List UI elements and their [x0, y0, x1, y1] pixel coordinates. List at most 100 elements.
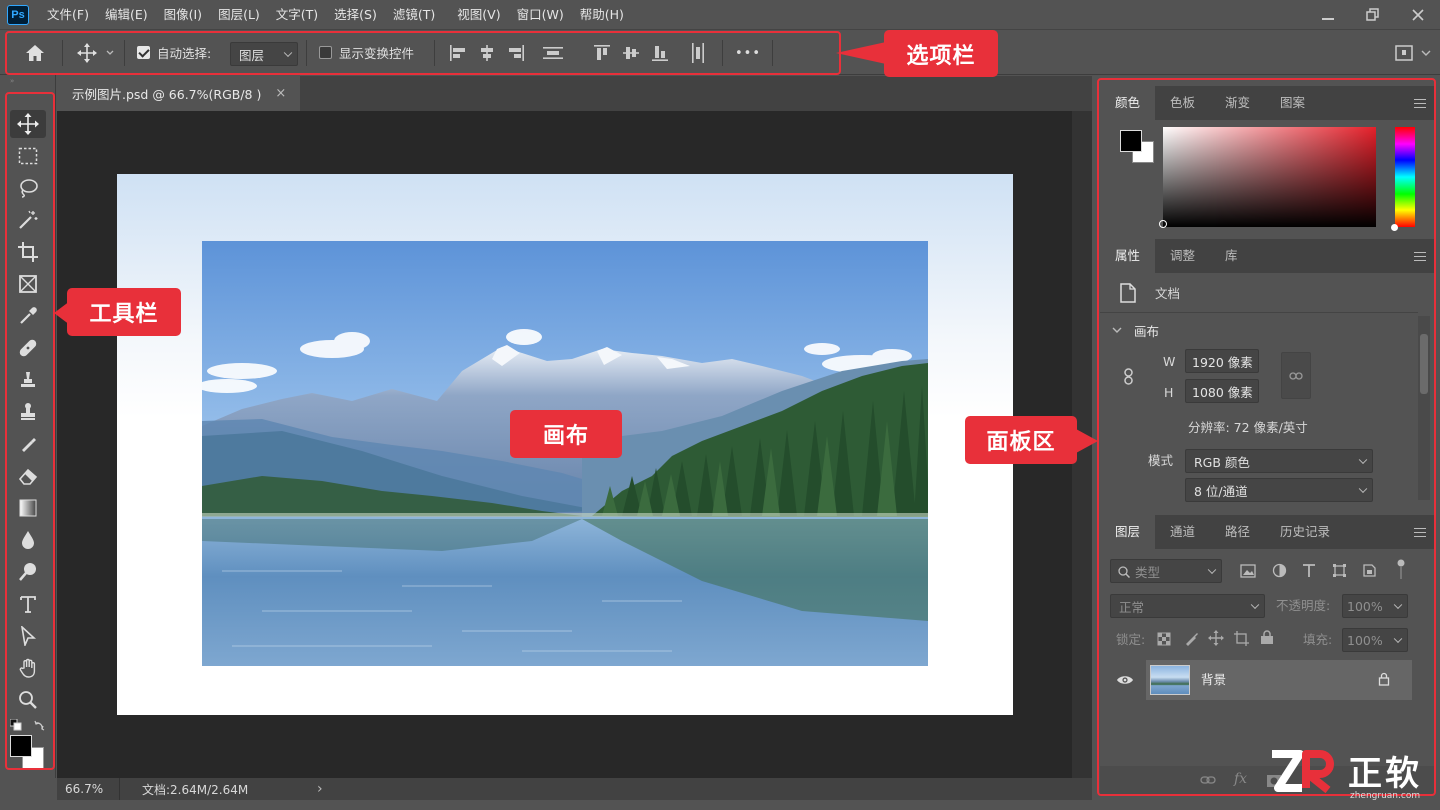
tab-layers[interactable]: 图层 [1100, 515, 1156, 549]
menu-file[interactable]: 文件(F) [39, 0, 97, 29]
foreground-color-swatch[interactable] [10, 735, 32, 757]
marquee-tool[interactable] [10, 142, 46, 170]
filter-shape-icon[interactable] [1332, 563, 1347, 578]
filter-toggle[interactable] [1397, 559, 1405, 579]
tab-gradients[interactable]: 渐变 [1210, 86, 1265, 120]
align-top-edges-button[interactable] [590, 40, 614, 66]
auto-select-checkbox[interactable] [137, 46, 150, 59]
show-transform-controls-checkbox[interactable] [319, 46, 332, 59]
gradient-tool[interactable] [10, 494, 46, 522]
lock-image-pixels-icon[interactable] [1184, 631, 1199, 646]
hue-slider[interactable] [1391, 127, 1415, 231]
eraser-tool[interactable] [10, 462, 46, 490]
tab-paths[interactable]: 路径 [1210, 515, 1265, 549]
menu-filter[interactable]: 滤镜(T) [385, 0, 443, 29]
workspace-button[interactable] [1390, 40, 1418, 66]
panel-menu-icon[interactable] [1414, 99, 1426, 108]
photoshop-logo[interactable]: Ps [7, 4, 29, 25]
menu-image[interactable]: 图像(I) [156, 0, 210, 29]
default-colors-button[interactable] [10, 719, 22, 731]
eyedropper-tool[interactable] [10, 302, 46, 330]
tab-adjustments[interactable]: 调整 [1155, 239, 1210, 273]
menu-window[interactable]: 窗口(W) [509, 0, 572, 29]
fx-icon[interactable]: fx [1234, 771, 1247, 787]
canvas-orientation-button[interactable] [1281, 352, 1311, 399]
status-menu-arrow[interactable]: › [317, 781, 323, 797]
tab-history[interactable]: 历史记录 [1265, 515, 1345, 549]
bit-depth-dropdown[interactable]: 8 位/通道 [1185, 478, 1373, 502]
close-tab-icon[interactable]: × [275, 86, 286, 101]
filter-pixel-icon[interactable] [1240, 564, 1256, 578]
properties-scrollbar[interactable] [1418, 316, 1430, 500]
foreground-color-chip[interactable] [1120, 130, 1142, 152]
lock-position-icon[interactable] [1208, 630, 1224, 646]
filter-type-icon[interactable] [1302, 563, 1316, 578]
menu-type[interactable]: 文字(T) [268, 0, 326, 29]
distribute-horizontal-button[interactable] [686, 40, 710, 66]
align-bottom-edges-button[interactable] [648, 40, 672, 66]
auto-select-target-dropdown[interactable]: 图层 [230, 42, 298, 66]
frame-tool[interactable] [10, 270, 46, 298]
lock-all-icon[interactable] [1260, 630, 1274, 645]
link-dimensions-icon[interactable] [1122, 368, 1136, 386]
workspace-dropdown[interactable] [1418, 40, 1434, 66]
color-field[interactable] [1159, 127, 1376, 228]
move-tool-preset-picker[interactable] [72, 40, 118, 66]
collapse-icon[interactable]: » [10, 78, 18, 85]
menu-select[interactable]: 选择(S) [326, 0, 385, 29]
blend-mode-dropdown[interactable]: 正常 [1110, 594, 1265, 618]
zoom-level[interactable]: 66.7% [65, 782, 113, 796]
healing-brush-tool[interactable] [10, 334, 46, 362]
layer-row-background[interactable]: 背景 [1146, 660, 1412, 700]
close-button[interactable] [1395, 0, 1440, 29]
minimize-button[interactable] [1305, 0, 1350, 29]
align-horizontal-centers-button[interactable] [475, 40, 499, 66]
filter-adjustment-icon[interactable] [1272, 563, 1287, 578]
panel-menu-icon[interactable] [1414, 252, 1426, 261]
align-vertical-centers-button[interactable] [619, 40, 643, 66]
dodge-tool[interactable] [10, 558, 46, 586]
home-button[interactable] [18, 40, 52, 66]
color-mode-dropdown[interactable]: RGB 颜色 [1185, 449, 1373, 473]
align-right-edges-button[interactable] [504, 40, 528, 66]
tab-properties[interactable]: 属性 [1100, 239, 1156, 273]
layer-visibility-eye-icon[interactable] [1116, 674, 1134, 686]
magic-wand-tool[interactable] [10, 206, 46, 234]
distribute-vertical-button[interactable] [540, 40, 566, 66]
clone-stamp-tool[interactable] [10, 398, 46, 426]
canvas-width-input[interactable]: 1920 像素 [1185, 349, 1259, 373]
tab-color[interactable]: 颜色 [1100, 86, 1156, 120]
link-layers-icon[interactable] [1200, 775, 1216, 785]
path-selection-tool[interactable] [10, 622, 46, 650]
tab-libraries[interactable]: 库 [1210, 239, 1253, 273]
crop-tool[interactable] [10, 238, 46, 266]
canvas-height-input[interactable]: 1080 像素 [1185, 379, 1259, 403]
lock-transparent-icon[interactable] [1157, 632, 1171, 646]
hand-tool[interactable] [10, 654, 46, 682]
color-picker-handle[interactable] [1159, 220, 1167, 228]
hue-slider-handle[interactable] [1391, 224, 1398, 231]
tab-swatches[interactable]: 色板 [1155, 86, 1210, 120]
opacity-input[interactable]: 100% [1342, 594, 1408, 618]
blur-tool[interactable] [10, 526, 46, 554]
zoom-tool[interactable] [10, 686, 46, 714]
menu-edit[interactable]: 编辑(E) [97, 0, 156, 29]
more-options-button[interactable]: ••• [732, 40, 764, 66]
panel-menu-icon[interactable] [1414, 528, 1426, 537]
history-brush-tool[interactable] [10, 430, 46, 458]
menu-help[interactable]: 帮助(H) [572, 0, 632, 29]
align-left-edges-button[interactable] [446, 40, 470, 66]
filter-smart-object-icon[interactable] [1362, 563, 1377, 578]
properties-scrollbar-thumb[interactable] [1420, 334, 1428, 394]
tab-channels[interactable]: 通道 [1155, 515, 1210, 549]
menu-layer[interactable]: 图层(L) [210, 0, 268, 29]
brush-tool[interactable] [10, 366, 46, 394]
fill-input[interactable]: 100% [1342, 628, 1408, 652]
layer-lock-icon[interactable] [1378, 672, 1390, 686]
tab-patterns[interactable]: 图案 [1265, 86, 1320, 120]
lock-artboard-icon[interactable] [1234, 631, 1249, 646]
document-tab[interactable]: 示例图片.psd @ 66.7%(RGB/8 ) × [57, 76, 300, 111]
chevron-down-icon[interactable] [1112, 326, 1122, 334]
menu-view[interactable]: 视图(V) [449, 0, 508, 29]
lasso-tool[interactable] [10, 174, 46, 202]
